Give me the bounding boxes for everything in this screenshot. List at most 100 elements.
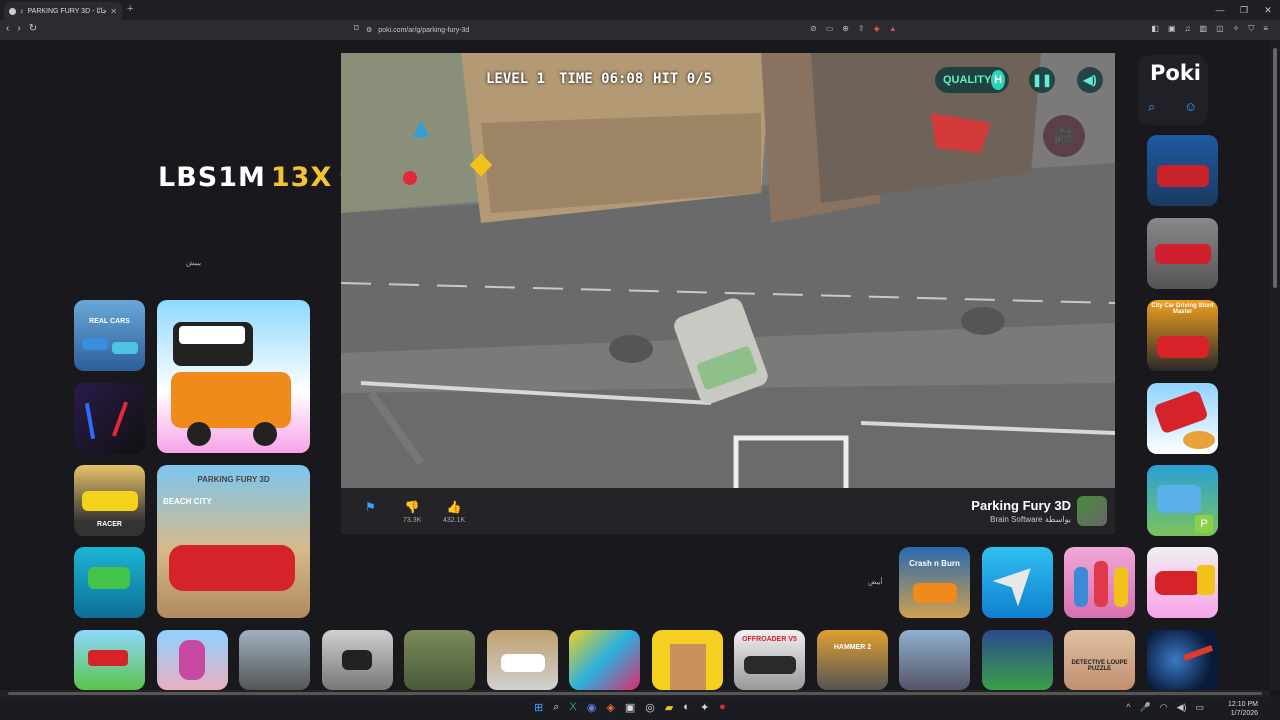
quality-label: QUALITY: [943, 74, 992, 86]
like-button[interactable]: 👍 432.1K: [443, 500, 465, 524]
game-scene: [341, 53, 1115, 488]
excel-icon[interactable]: X: [569, 701, 576, 714]
game-tile-detective[interactable]: DETECTIVE LOUPE PUZZLE: [1064, 630, 1135, 690]
battery-icon[interactable]: ▭: [1195, 702, 1204, 713]
pause-button[interactable]: ❚❚: [1029, 67, 1055, 93]
small-label: أبيض: [868, 579, 883, 586]
discord-icon[interactable]: ◉: [587, 701, 597, 714]
music-icon[interactable]: ♫: [1185, 24, 1191, 34]
restore-icon[interactable]: ❐: [1232, 0, 1256, 20]
game-tile-offroader[interactable]: OFFROADER V5: [734, 630, 805, 690]
game-tile-offroad-cargo[interactable]: [404, 630, 475, 690]
camera-button[interactable]: 🎥: [1043, 115, 1085, 157]
steam-icon[interactable]: ◐: [683, 701, 690, 714]
microphone-icon[interactable]: 🎤: [1139, 702, 1150, 713]
game-tile-drift[interactable]: [74, 547, 145, 618]
game-tile-race-car[interactable]: [1147, 218, 1218, 289]
vertical-scrollbar[interactable]: [1270, 40, 1280, 690]
scroll-thumb[interactable]: [1273, 48, 1277, 288]
no-tracking-icon[interactable]: ⊘: [810, 24, 817, 33]
cast-icon[interactable]: ▭: [826, 24, 834, 33]
quality-toggle[interactable]: QUALITY H: [935, 67, 1009, 93]
reload-icon[interactable]: ↻: [29, 23, 37, 34]
tile-label: OFFROADER V5: [742, 636, 797, 643]
forward-icon[interactable]: ›: [17, 23, 20, 34]
hit-readout: HIT 0/5: [653, 71, 713, 87]
like-count: 432.1K: [443, 517, 466, 524]
sidebar-icon[interactable]: ▥: [1200, 24, 1208, 34]
poki-logo[interactable]: Poki: [1150, 61, 1201, 85]
sound-button[interactable]: ◀): [1077, 67, 1103, 93]
game-tile-family[interactable]: [1064, 547, 1135, 618]
tile-label: City Car Driving Stunt Master: [1151, 303, 1214, 315]
game-tile-city-drive[interactable]: [239, 630, 310, 690]
game-tile-racer[interactable]: RACER: [74, 465, 145, 536]
site-info-icon[interactable]: ⚙: [366, 26, 372, 34]
game-tile-hill-climb[interactable]: [74, 630, 145, 690]
game-tile-jeep-parking[interactable]: P: [1147, 465, 1218, 536]
game-tile-city-car[interactable]: City Car Driving Stunt Master: [1147, 300, 1218, 371]
game-tile-truck[interactable]: [899, 630, 970, 690]
game-tile-moto[interactable]: [322, 630, 393, 690]
pause-icon: ❚❚: [1031, 73, 1053, 87]
game-tile-hammer[interactable]: HAMMER 2: [817, 630, 888, 690]
tabs-icon[interactable]: ◫: [1216, 24, 1224, 34]
media-icon[interactable]: ◎: [645, 701, 655, 714]
new-tab-icon[interactable]: +: [127, 3, 133, 15]
parking-p-icon: P: [1195, 515, 1213, 533]
user-icon[interactable]: ☺: [1184, 99, 1197, 114]
volume-icon[interactable]: ◀): [1177, 702, 1187, 713]
puzzle-icon[interactable]: ✧: [1233, 24, 1240, 34]
horizontal-scrollbar[interactable]: [0, 690, 1270, 697]
wallet-icon[interactable]: ▣: [1168, 24, 1176, 34]
share-icon[interactable]: ⇪: [858, 24, 865, 33]
minimize-icon[interactable]: —: [1208, 0, 1232, 20]
game-tile-blast-car[interactable]: [1147, 547, 1218, 618]
vpn-icon[interactable]: ⛉: [1248, 24, 1254, 34]
report-button[interactable]: ⚑: [365, 500, 376, 514]
back-icon[interactable]: ‹: [6, 23, 9, 34]
game-tile-police-chase[interactable]: [157, 300, 310, 453]
game-thumbnail[interactable]: [1077, 496, 1107, 526]
game-tile-parking-fury-beach[interactable]: PARKING FURY 3D BEACH CITY: [157, 465, 310, 618]
extension-icon[interactable]: ◧: [1151, 24, 1159, 34]
game-tile-scary-teacher[interactable]: [157, 630, 228, 690]
close-window-icon[interactable]: ✕: [1256, 0, 1280, 20]
game-tile-real-cars[interactable]: REAL CARS: [74, 300, 145, 371]
close-tab-icon[interactable]: ✕: [110, 7, 117, 16]
bookmark-icon[interactable]: ⌑: [354, 23, 359, 34]
clock-date: 1/7/2026: [1230, 710, 1258, 717]
game-tile-crash-burn[interactable]: Crash n Burn: [899, 547, 970, 618]
zoom-icon[interactable]: ⊕: [842, 24, 849, 33]
speaker-icon[interactable]: ♪: [20, 8, 24, 15]
game-tile-smash[interactable]: [569, 630, 640, 690]
menu-icon[interactable]: ≡: [1263, 24, 1268, 34]
chevron-up-icon[interactable]: ^: [1126, 702, 1130, 713]
system-clock[interactable]: 12:10 PM 1/7/2026: [1228, 700, 1258, 718]
record-icon[interactable]: ●: [719, 701, 726, 714]
rewards-icon[interactable]: ▲: [889, 24, 897, 33]
taskbar-apps: ⊞ ⌕ X ◉ ◈ ▣ ◎ ▰ ◐ ✦ ●: [534, 701, 726, 714]
game-tile-planet[interactable]: [1147, 630, 1218, 690]
browser-tab[interactable]: ♪ PARKING FURY 3D - العب مجانًا ✕: [4, 2, 122, 20]
game-tile-red-truck[interactable]: [1147, 135, 1218, 206]
app-icon[interactable]: ✦: [700, 701, 709, 714]
search-icon[interactable]: ⌕: [1148, 99, 1155, 115]
folder-icon[interactable]: ▰: [665, 701, 673, 714]
address-bar-row: ‹ › ↻ ⌑ ⚙ poki.com/ar/g/parking-fury-3d …: [0, 20, 1280, 40]
dislike-button[interactable]: 👎 73.3K: [403, 500, 421, 524]
game-tile-block[interactable]: [652, 630, 723, 690]
game-tile-jet[interactable]: [982, 547, 1053, 618]
game-tile-soccer[interactable]: [982, 630, 1053, 690]
search-icon[interactable]: ⌕: [553, 701, 559, 714]
game-tile-stickman[interactable]: [74, 383, 145, 454]
shield-icon[interactable]: ◈: [874, 24, 880, 33]
wifi-icon[interactable]: ◠: [1160, 702, 1168, 713]
game-canvas[interactable]: LEVEL 1 TIME 06:08 HIT 0/5 QUALITY H ❚❚ …: [341, 53, 1115, 488]
scroll-thumb[interactable]: [8, 692, 1262, 695]
brave-icon[interactable]: ◈: [606, 701, 614, 714]
game-tile-police-park[interactable]: [487, 630, 558, 690]
windows-start-icon[interactable]: ⊞: [534, 701, 543, 714]
game-tile-pizza-car[interactable]: [1147, 383, 1218, 454]
terminal-icon[interactable]: ▣: [625, 701, 635, 714]
